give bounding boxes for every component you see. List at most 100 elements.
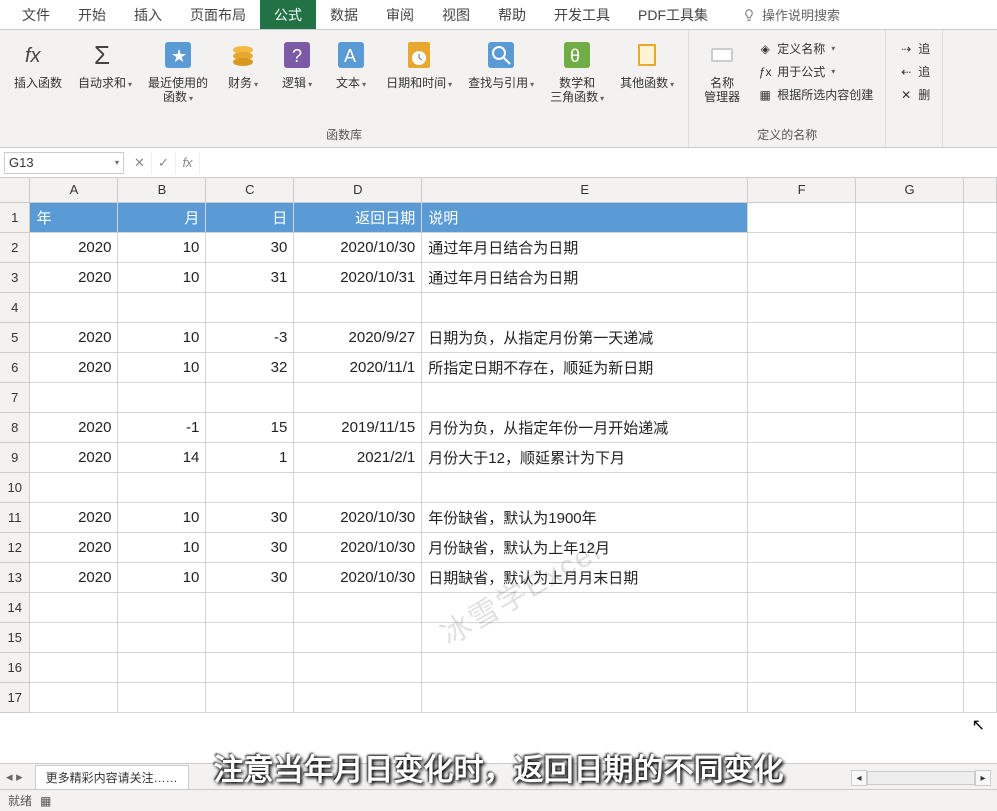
cell[interactable] [963,622,996,652]
math-button[interactable]: θ 数学和 三角函数▾ [544,34,610,110]
cell[interactable] [963,292,996,322]
cell[interactable]: 2020 [30,502,118,532]
cell[interactable] [294,382,422,412]
col-header-D[interactable]: D [294,178,422,202]
insert-function-button[interactable]: fx 插入函数 [8,34,68,110]
cell[interactable] [963,472,996,502]
horizontal-scrollbar[interactable]: ◂ ▸ [851,769,991,787]
cell[interactable]: 10 [118,562,206,592]
cell[interactable] [30,652,118,682]
cell[interactable]: 日期为负，从指定月份第一天递减 [422,322,748,352]
cell[interactable]: 2020 [30,412,118,442]
col-header-F[interactable]: F [748,178,856,202]
cell[interactable]: 30 [206,532,294,562]
cell[interactable] [118,382,206,412]
cell[interactable]: 10 [118,502,206,532]
cell[interactable]: 30 [206,502,294,532]
cell[interactable] [963,202,996,232]
row-header[interactable]: 6 [0,352,30,382]
formula-input[interactable] [200,152,997,174]
row-header[interactable]: 12 [0,532,30,562]
cell[interactable] [748,382,856,412]
cell[interactable]: 10 [118,262,206,292]
cell[interactable] [118,652,206,682]
cell[interactable] [294,622,422,652]
cell[interactable] [963,322,996,352]
cell[interactable] [856,382,964,412]
cell[interactable]: 10 [118,352,206,382]
cell[interactable] [748,562,856,592]
cell[interactable]: 2020/9/27 [294,322,422,352]
cell[interactable]: 2020 [30,562,118,592]
cell[interactable] [206,292,294,322]
cell[interactable]: 2020/11/1 [294,352,422,382]
cell[interactable] [963,352,996,382]
row-header[interactable]: 15 [0,622,30,652]
insert-function-small-button[interactable]: fx [176,152,200,174]
col-header-E[interactable]: E [422,178,748,202]
cell[interactable]: 月份大于12，顺延累计为下月 [422,442,748,472]
cancel-formula-button[interactable]: ✕ [128,152,152,174]
more-functions-button[interactable]: 其他函数▾ [614,34,680,110]
cell[interactable]: 返回日期 [294,202,422,232]
cell[interactable]: 2020/10/31 [294,262,422,292]
cell[interactable] [748,232,856,262]
cells-table[interactable]: A B C D E F G 1 年 月 日 返回日期 说明 2202010302… [0,178,997,713]
col-header-H[interactable] [963,178,996,202]
tab-insert[interactable]: 插入 [120,0,176,29]
row-header[interactable]: 17 [0,682,30,712]
cell[interactable] [118,622,206,652]
tab-layout[interactable]: 页面布局 [176,0,260,29]
cell[interactable] [748,652,856,682]
cell[interactable] [856,232,964,262]
cell[interactable]: 10 [118,232,206,262]
tab-formulas[interactable]: 公式 [260,0,316,29]
tab-review[interactable]: 审阅 [372,0,428,29]
cell[interactable] [856,532,964,562]
scroll-left-button[interactable]: ◂ [851,770,867,786]
cell[interactable] [748,352,856,382]
cell[interactable] [422,292,748,322]
autosum-button[interactable]: Σ 自动求和▾ [72,34,138,110]
tab-data[interactable]: 数据 [316,0,372,29]
text-button[interactable]: A 文本▾ [326,34,376,110]
cell[interactable]: 32 [206,352,294,382]
cell[interactable] [856,202,964,232]
cell[interactable] [206,472,294,502]
cell[interactable] [30,592,118,622]
cell[interactable] [856,262,964,292]
cell[interactable] [856,622,964,652]
cell[interactable] [748,502,856,532]
recent-functions-button[interactable]: ★ 最近使用的 函数▾ [142,34,214,110]
cell[interactable]: 1 [206,442,294,472]
tab-file[interactable]: 文件 [8,0,64,29]
cell[interactable] [856,292,964,322]
cell[interactable]: 所指定日期不存在，顺延为新日期 [422,352,748,382]
cell[interactable] [856,652,964,682]
cell[interactable] [294,652,422,682]
cell[interactable] [118,472,206,502]
cell[interactable]: 10 [118,322,206,352]
cell[interactable]: 10 [118,532,206,562]
sheet-tab[interactable]: 更多精彩内容请关注…… [35,765,189,789]
cell[interactable] [30,382,118,412]
financial-button[interactable]: 财务▾ [218,34,268,110]
cell[interactable] [422,472,748,502]
cell[interactable] [30,622,118,652]
cell[interactable] [963,562,996,592]
cell[interactable]: 14 [118,442,206,472]
cell[interactable] [963,442,996,472]
cell[interactable]: 2021/2/1 [294,442,422,472]
cell[interactable] [748,292,856,322]
cell[interactable]: 月 [118,202,206,232]
trace-dependents-button[interactable]: ⇠追 [894,61,934,82]
cell[interactable] [856,472,964,502]
cell[interactable] [206,382,294,412]
cell[interactable] [856,592,964,622]
cell[interactable] [206,592,294,622]
cell[interactable]: 月份为负，从指定年份一月开始递减 [422,412,748,442]
remove-arrows-button[interactable]: ✕删 [894,84,934,105]
chevron-down-icon[interactable]: ▾ [115,158,119,167]
row-header[interactable]: 5 [0,322,30,352]
cell[interactable] [963,382,996,412]
